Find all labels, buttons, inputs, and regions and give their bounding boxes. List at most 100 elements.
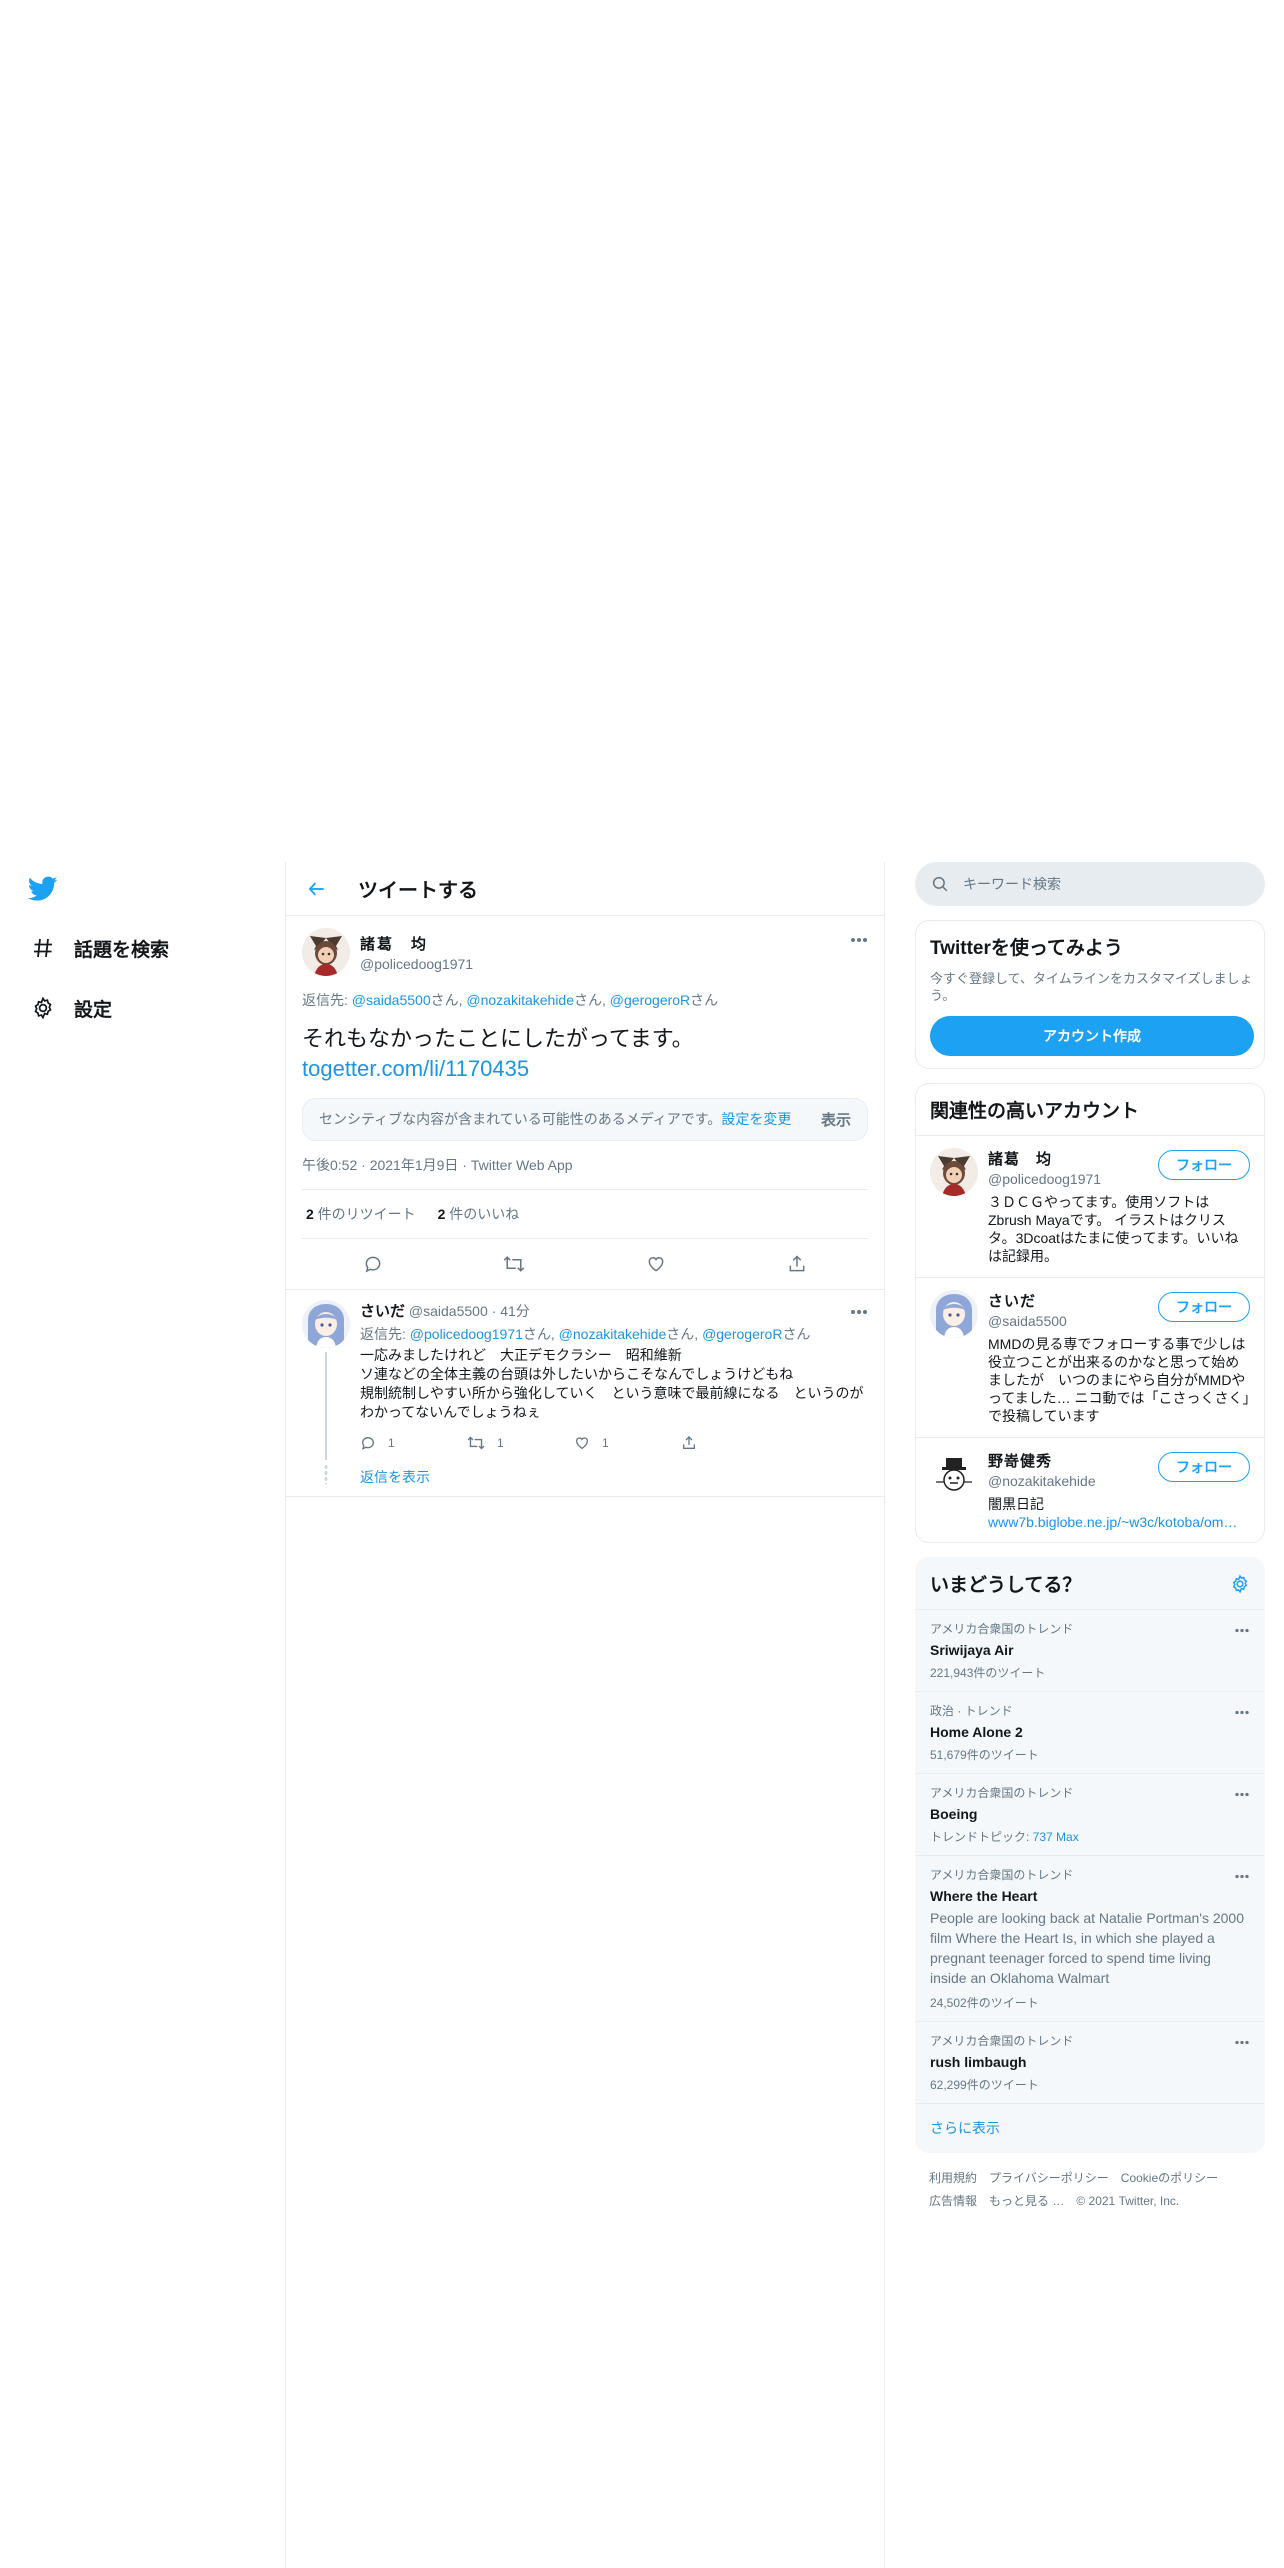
trend-name: rush limbaugh bbox=[930, 2054, 1027, 2070]
tweet-date[interactable]: 2021年1月9日 bbox=[370, 1157, 459, 1173]
follow-button[interactable]: フォロー bbox=[1158, 1292, 1250, 1322]
tweet-url-link[interactable]: togetter.com/li/1170435 bbox=[302, 1054, 868, 1084]
like-count: 1 bbox=[602, 1436, 609, 1450]
nav-explore[interactable]: 話題を検索 bbox=[28, 928, 169, 968]
author-avatar[interactable] bbox=[302, 928, 350, 976]
retweet-label: 件のリツイート bbox=[313, 1206, 416, 1222]
mention-link[interactable]: @gerogeroR bbox=[610, 992, 690, 1008]
user-website-link[interactable]: www7b.biglobe.ne.jp/~w3c/kotoba/om… bbox=[988, 1514, 1250, 1530]
avatar[interactable] bbox=[930, 1148, 978, 1196]
tweet-meta: 午後0:52 · 2021年1月9日 · Twitter Web App bbox=[302, 1155, 868, 1190]
right-sidebar: Twitterを使ってみよう 今すぐ登録して、タイムラインをカスタマイズしましょ… bbox=[915, 862, 1265, 2227]
mention-link[interactable]: @nozakitakehide bbox=[559, 1326, 667, 1342]
trend-context: アメリカ合衆国のトレンド bbox=[930, 1622, 1074, 1636]
tweet-source[interactable]: Twitter Web App bbox=[471, 1157, 573, 1173]
reply-actions: 1 1 1 bbox=[360, 1432, 868, 1454]
focus-tweet: 諸葛 均 @policedoog1971 返信先: @saida5500さん, … bbox=[286, 916, 884, 1290]
separator: , bbox=[602, 992, 610, 1008]
trend-item[interactable]: アメリカ合衆国のトレンド Boeing トレンドトピック: 737 Max bbox=[916, 1774, 1264, 1856]
avatar[interactable] bbox=[930, 1290, 978, 1338]
retweet-stat[interactable]: 2 件のリツイート bbox=[306, 1204, 416, 1224]
honorific: さん bbox=[430, 992, 459, 1008]
like-label: 件のいいね bbox=[445, 1206, 520, 1222]
nav-explore-label: 話題を検索 bbox=[74, 939, 170, 961]
gear-icon[interactable] bbox=[1230, 1573, 1250, 1594]
reply-text: 一応みましたけれど 大正デモクラシー 昭和維新 ソ連などの全体主義の台頭は外した… bbox=[360, 1347, 864, 1420]
trend-item[interactable]: 政治 · トレンド Home Alone 2 51,679件のツイート bbox=[916, 1692, 1264, 1774]
show-replies-link[interactable]: 返信を表示 bbox=[360, 1467, 430, 1487]
reply-button[interactable] bbox=[356, 1247, 390, 1281]
sensitive-notice-text: センシティブな内容が含まれている可能性のあるメディアです。 bbox=[319, 1111, 722, 1127]
signup-card: Twitterを使ってみよう 今すぐ登録して、タイムラインをカスタマイズしましょ… bbox=[915, 920, 1265, 1069]
like-stat[interactable]: 2 件のいいね bbox=[438, 1204, 520, 1224]
nav-settings[interactable]: 設定 bbox=[28, 988, 112, 1028]
share-button[interactable] bbox=[681, 1435, 788, 1451]
follow-button[interactable]: フォロー bbox=[1158, 1150, 1250, 1180]
reply-to-line: 返信先: @saida5500さん, @nozakitakehideさん, @g… bbox=[302, 990, 868, 1010]
reply-button[interactable]: 1 bbox=[360, 1435, 467, 1451]
author-name[interactable]: 諸葛 均 bbox=[360, 933, 473, 954]
back-button[interactable] bbox=[300, 872, 334, 906]
copyright: © 2021 Twitter, Inc. bbox=[1076, 2194, 1180, 2208]
more-options-icon[interactable] bbox=[850, 930, 868, 947]
reply-author-avatar[interactable] bbox=[302, 1300, 350, 1348]
more-options-icon[interactable] bbox=[1234, 1620, 1250, 1637]
tweet-actions bbox=[302, 1239, 868, 1289]
gear-icon bbox=[28, 993, 58, 1023]
user-bio: MMDの見る専でフォローする事で少しは役立つことが出来るのかなと思って始めました… bbox=[988, 1336, 1250, 1424]
reply-time[interactable]: 41分 bbox=[500, 1303, 530, 1319]
honorific: さん bbox=[690, 992, 719, 1008]
search-icon bbox=[932, 876, 948, 892]
trend-count: 51,679件のツイート bbox=[930, 1748, 1039, 1762]
tweet-stats: 2 件のリツイート 2 件のいいね bbox=[302, 1190, 868, 1239]
user-cell[interactable]: さいだ @saida5500 MMDの見る専でフォローする事で少しは役立つことが… bbox=[916, 1278, 1264, 1438]
reply-tweet[interactable]: さいだ @saida5500 · 41分 返信先: @policedoog197… bbox=[286, 1290, 884, 1497]
create-account-button[interactable]: アカウント作成 bbox=[930, 1016, 1254, 1056]
mention-link[interactable]: @nozakitakehide bbox=[466, 992, 574, 1008]
show-media-button[interactable]: 表示 bbox=[821, 1109, 851, 1130]
like-button[interactable] bbox=[639, 1247, 673, 1281]
search-input[interactable] bbox=[963, 876, 1223, 892]
reply-author-handle[interactable]: @saida5500 bbox=[409, 1303, 488, 1319]
follow-button[interactable]: フォロー bbox=[1158, 1452, 1250, 1482]
mention-link[interactable]: @saida5500 bbox=[352, 992, 431, 1008]
author-handle[interactable]: @policedoog1971 bbox=[360, 956, 473, 972]
footer-link[interactable]: 利用規約 bbox=[929, 2171, 977, 2185]
trend-item[interactable]: アメリカ合衆国のトレンド Where the Heart People are … bbox=[916, 1856, 1264, 2022]
reply-header: さいだ @saida5500 · 41分 bbox=[360, 1300, 868, 1321]
trends-card: いまどうしてる？ アメリカ合衆国のトレンド Sriwijaya Air 221,… bbox=[915, 1557, 1265, 2153]
trends-heading: いまどうしてる？ bbox=[930, 1575, 1082, 1596]
share-button[interactable] bbox=[780, 1247, 814, 1281]
honorific: さん bbox=[574, 992, 603, 1008]
user-cell[interactable]: 諸葛 均 @policedoog1971 ３ＤＣＧやってます。使用ソフトはZbr… bbox=[916, 1136, 1264, 1278]
search-box[interactable] bbox=[915, 862, 1265, 906]
mention-link[interactable]: @policedoog1971 bbox=[410, 1326, 523, 1342]
avatar[interactable] bbox=[930, 1450, 978, 1498]
like-button[interactable]: 1 bbox=[574, 1435, 681, 1451]
trends-title: いまどうしてる？ bbox=[916, 1558, 1264, 1610]
trend-item[interactable]: アメリカ合衆国のトレンド rush limbaugh 62,299件のツイート bbox=[916, 2022, 1264, 2104]
twitter-logo-icon[interactable] bbox=[27, 876, 62, 906]
footer-link[interactable]: Cookieのポリシー bbox=[1121, 2171, 1218, 2185]
show-more-link[interactable]: さらに表示 bbox=[916, 2104, 1264, 2152]
reply-author-name[interactable]: さいだ bbox=[360, 1303, 405, 1320]
heart-icon bbox=[648, 1257, 664, 1272]
tweet-time[interactable]: 午後0:52 bbox=[302, 1157, 357, 1173]
footer-link[interactable]: もっと見る … bbox=[989, 2194, 1064, 2208]
change-settings-link[interactable]: 設定を変更 bbox=[721, 1111, 791, 1127]
more-options-icon[interactable] bbox=[1234, 2032, 1250, 2049]
mention-link[interactable]: @gerogeroR bbox=[702, 1326, 782, 1342]
more-options-icon[interactable] bbox=[1234, 1866, 1250, 1883]
footer-link[interactable]: プライバシーポリシー bbox=[989, 2171, 1109, 2185]
user-cell[interactable]: 野嵜健秀 @nozakitakehide 闇黒日記 www7b.biglobe.… bbox=[916, 1438, 1264, 1542]
retweet-button[interactable] bbox=[497, 1247, 531, 1281]
more-options-icon[interactable] bbox=[1234, 1702, 1250, 1719]
trend-count: 24,502件のツイート bbox=[930, 1996, 1039, 2010]
retweet-button[interactable]: 1 bbox=[467, 1435, 574, 1451]
thread-line bbox=[325, 1352, 327, 1460]
more-options-icon[interactable] bbox=[850, 1302, 868, 1319]
trend-item[interactable]: アメリカ合衆国のトレンド Sriwijaya Air 221,943件のツイート bbox=[916, 1610, 1264, 1692]
more-options-icon[interactable] bbox=[1234, 1784, 1250, 1801]
trend-topic-link[interactable]: 737 Max bbox=[1033, 1830, 1079, 1844]
footer-link[interactable]: 広告情報 bbox=[929, 2194, 977, 2208]
